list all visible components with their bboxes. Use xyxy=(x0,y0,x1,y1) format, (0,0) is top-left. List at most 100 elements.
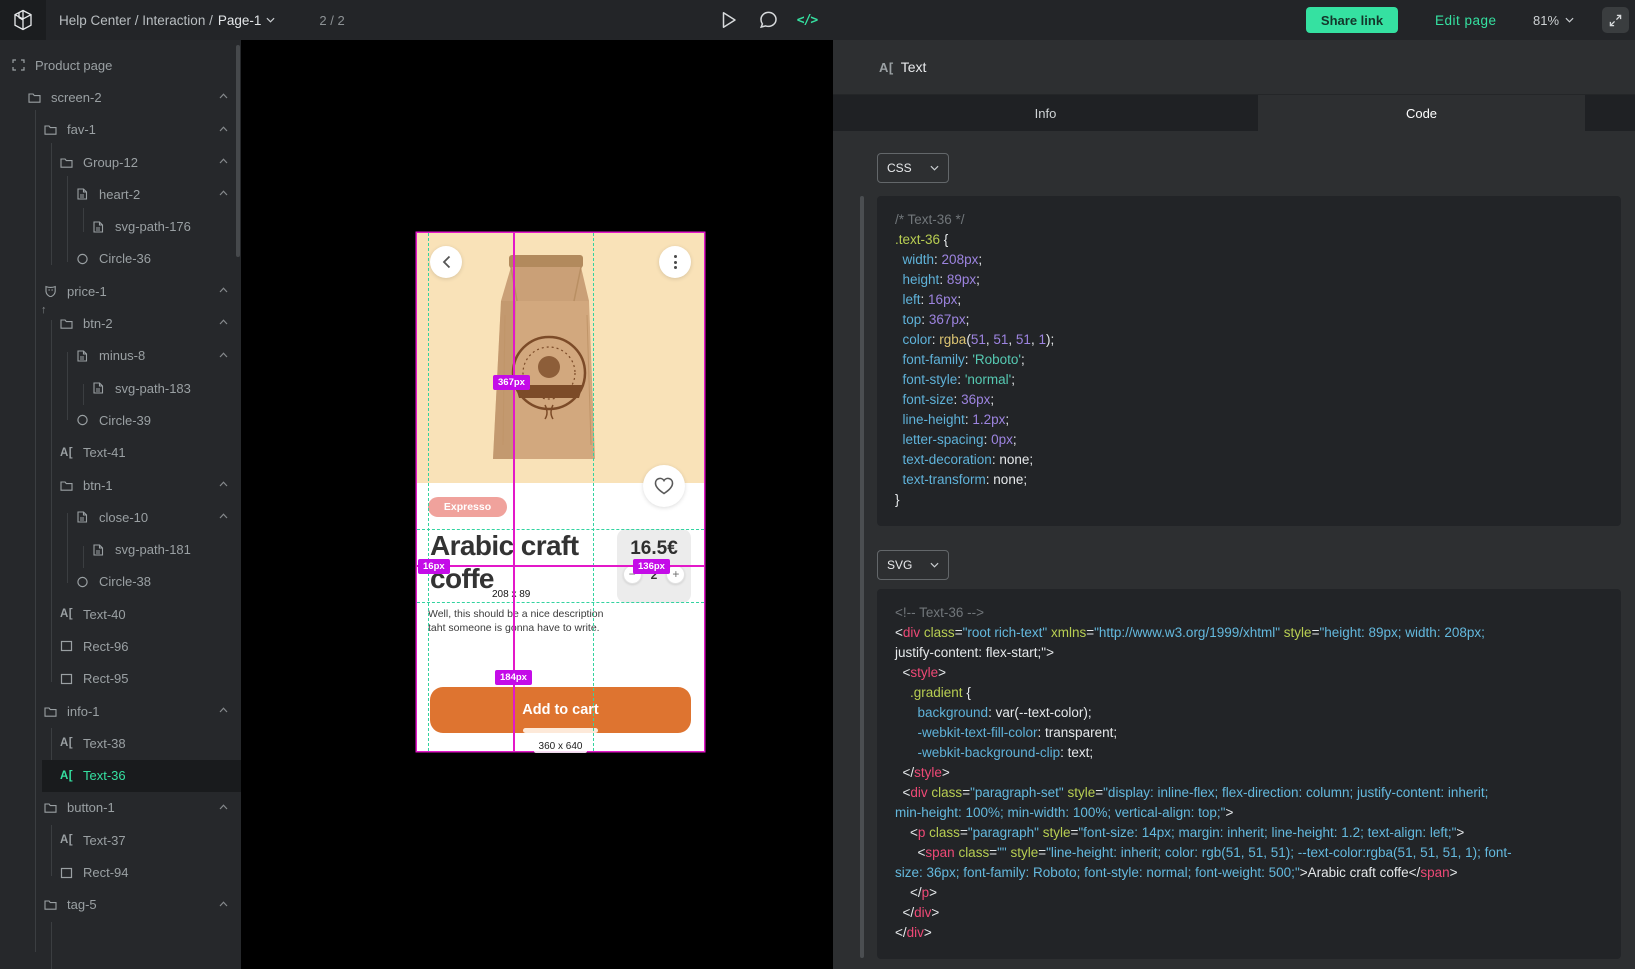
collapse-chevron-icon[interactable] xyxy=(219,126,228,132)
folder-icon xyxy=(44,801,58,814)
layer-label: tag-5 xyxy=(67,897,97,912)
zoom-control[interactable]: 81% xyxy=(1533,0,1574,40)
layer-row-rect-94[interactable]: Rect-94 xyxy=(0,856,241,888)
layer-label: button-1 xyxy=(67,800,115,815)
code-icon: </> xyxy=(797,13,817,28)
collapse-chevron-icon[interactable] xyxy=(219,287,228,293)
layer-row-info-1[interactable]: info-1 xyxy=(0,695,241,727)
back-button[interactable] xyxy=(430,246,462,278)
product-photo-area xyxy=(417,233,704,483)
layer-label: Rect-95 xyxy=(83,671,129,686)
text-icon: A[ xyxy=(60,834,74,847)
layer-row-rect-96[interactable]: Rect-96 xyxy=(0,630,241,662)
layer-row-btn-2[interactable]: btn-2 xyxy=(0,307,241,339)
panel-scrollbar[interactable] xyxy=(860,196,864,958)
folder-icon xyxy=(60,479,74,492)
layer-label: btn-1 xyxy=(83,478,113,493)
layer-label: screen-2 xyxy=(51,90,102,105)
sidebar-scrollbar[interactable] xyxy=(236,45,240,257)
favorite-button[interactable] xyxy=(643,465,685,507)
layer-row-text-41[interactable]: A[Text-41 xyxy=(0,437,241,469)
collapse-chevron-icon[interactable] xyxy=(219,513,228,519)
layer-row-fav-1[interactable]: fav-1 xyxy=(0,114,241,146)
layer-row-circle-38[interactable]: Circle-38 xyxy=(0,566,241,598)
collapse-chevron-icon[interactable] xyxy=(219,319,228,325)
layer-row-rect-95[interactable]: Rect-95 xyxy=(0,663,241,695)
home-indicator xyxy=(523,728,598,733)
app-logo[interactable] xyxy=(0,0,46,40)
collapse-chevron-icon[interactable] xyxy=(219,707,228,713)
product-title-line1: Arabic craft xyxy=(430,529,620,562)
folder-icon xyxy=(28,91,42,104)
guide-line-left xyxy=(428,233,429,751)
collapse-chevron-icon[interactable] xyxy=(219,804,228,810)
file-icon xyxy=(92,220,106,233)
layer-row-text-36[interactable]: A[Text-36 xyxy=(0,760,241,792)
play-button[interactable] xyxy=(718,9,740,31)
layer-row-svg-path-183[interactable]: svg-path-183 xyxy=(0,372,241,404)
comment-button[interactable] xyxy=(757,9,779,31)
tab-code[interactable]: Code xyxy=(1258,95,1585,131)
text-icon: A[ xyxy=(60,608,74,621)
collapse-chevron-icon[interactable] xyxy=(219,481,228,487)
fullscreen-button[interactable] xyxy=(1602,7,1629,33)
add-to-cart-button[interactable]: Add to cart xyxy=(430,687,691,733)
chevron-left-icon xyxy=(442,255,451,269)
collapse-chevron-icon[interactable] xyxy=(219,190,228,196)
layer-row-circle-39[interactable]: Circle-39 xyxy=(0,404,241,436)
layer-row-price-1[interactable]: price-1 xyxy=(0,275,241,307)
breadcrumb[interactable]: Help Center / Interaction / Page-1 xyxy=(59,13,275,28)
layer-row-heart-2[interactable]: heart-2 xyxy=(0,178,241,210)
edit-page-link[interactable]: Edit page xyxy=(1435,0,1497,40)
layer-row-svg-path-181[interactable]: svg-path-181 xyxy=(0,533,241,565)
frame-icon xyxy=(12,59,26,72)
rect-icon xyxy=(60,866,74,879)
more-menu-button[interactable] xyxy=(659,246,691,278)
collapse-chevron-icon[interactable] xyxy=(219,901,228,907)
breadcrumb-current: Page-1 xyxy=(218,13,262,28)
layer-label: svg-path-176 xyxy=(115,219,191,234)
layer-row-text-38[interactable]: A[Text-38 xyxy=(0,727,241,759)
price-value: 16.5€ xyxy=(617,538,691,560)
guide-line-right xyxy=(593,233,594,751)
layer-label: btn-2 xyxy=(83,316,113,331)
layer-label: svg-path-181 xyxy=(115,542,191,557)
layer-label: Circle-39 xyxy=(99,413,151,428)
folder-icon xyxy=(44,898,58,911)
share-link-button[interactable]: Share link xyxy=(1306,7,1398,33)
layer-row-close-10[interactable]: close-10 xyxy=(0,501,241,533)
measure-badge-bottom: 184px xyxy=(495,670,532,685)
css-code-block: /* Text-36 */.text-36 { width: 208px; he… xyxy=(877,196,1621,526)
layer-row-text-40[interactable]: A[Text-40 xyxy=(0,598,241,630)
layer-label: Circle-38 xyxy=(99,574,151,589)
collapse-chevron-icon[interactable] xyxy=(219,352,228,358)
folder-icon xyxy=(44,123,58,136)
svg-format-select[interactable]: SVG xyxy=(877,550,949,580)
layer-row-btn-1[interactable]: btn-1 xyxy=(0,469,241,501)
tab-info[interactable]: Info xyxy=(833,95,1258,131)
breadcrumb-path: Help Center / Interaction / xyxy=(59,13,213,28)
layer-row-button-1[interactable]: button-1 xyxy=(0,792,241,824)
category-tag[interactable]: Expresso xyxy=(428,497,507,517)
layers-panel: ↑ Product pagescreen-2fav-1Group-12heart… xyxy=(0,40,241,969)
layer-row-screen-2[interactable]: screen-2 xyxy=(0,81,241,113)
folder-icon xyxy=(60,156,74,169)
chevron-down-icon xyxy=(930,562,939,568)
layer-row-product page[interactable]: Product page xyxy=(0,49,241,81)
circle-icon xyxy=(76,414,90,427)
layer-row-text-37[interactable]: A[Text-37 xyxy=(0,824,241,856)
layer-label: info-1 xyxy=(67,704,100,719)
layer-row-tag-5[interactable]: tag-5 xyxy=(0,889,241,921)
css-format-select[interactable]: CSS xyxy=(877,153,949,183)
chevron-down-icon xyxy=(1565,17,1574,23)
layer-row-minus-8[interactable]: minus-8 xyxy=(0,340,241,372)
file-icon xyxy=(76,511,90,524)
design-canvas[interactable]: Expresso Arabic craft coffe 208 x 89 16.… xyxy=(241,40,833,969)
layer-row-group-12[interactable]: Group-12 xyxy=(0,146,241,178)
collapse-chevron-icon[interactable] xyxy=(219,158,228,164)
layer-row-svg-path-176[interactable]: svg-path-176 xyxy=(0,210,241,242)
collapse-chevron-icon[interactable] xyxy=(219,93,228,99)
code-view-button[interactable]: </> xyxy=(796,9,818,31)
layer-row-circle-36[interactable]: Circle-36 xyxy=(0,243,241,275)
svg-code-block: <!-- Text-36 --><div class="root rich-te… xyxy=(877,589,1621,959)
